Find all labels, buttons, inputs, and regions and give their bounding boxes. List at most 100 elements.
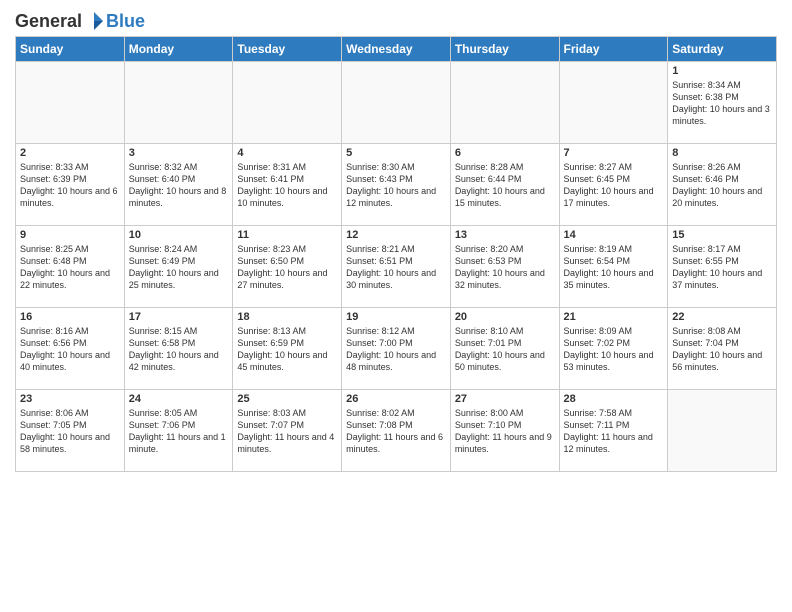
day-number: 3 [129, 147, 229, 159]
calendar-cell [16, 62, 125, 144]
calendar-cell: 25 Sunrise: 8:03 AM Sunset: 7:07 PM Dayli… [233, 390, 342, 472]
day-number: 18 [237, 311, 337, 323]
day-number: 7 [564, 147, 664, 159]
calendar-cell: 7Sunrise: 8:27 AM Sunset: 6:45 PM Daylig… [559, 144, 668, 226]
calendar-cell: 24 Sunrise: 8:05 AM Sunset: 7:06 PM Dayli… [124, 390, 233, 472]
calendar-cell: 16 Sunrise: 8:16 AM Sunset: 6:56 PM Dayli… [16, 308, 125, 390]
day-number: 28 [564, 393, 664, 405]
calendar-cell [668, 390, 777, 472]
calendar-week-2: 9 Sunrise: 8:25 AM Sunset: 6:48 PM Daylig… [16, 226, 777, 308]
day-number: 23 [20, 393, 120, 405]
calendar-cell [559, 62, 668, 144]
calendar-cell [450, 62, 559, 144]
day-info: Sunrise: 8:02 AM Sunset: 7:08 PM Dayligh… [346, 407, 446, 456]
calendar-cell: 28 Sunrise: 7:58 AM Sunset: 7:11 PM Dayli… [559, 390, 668, 472]
logo-blue: Blue [106, 11, 145, 32]
day-info: Sunrise: 8:34 AM Sunset: 6:38 PM Dayligh… [672, 79, 772, 128]
day-info: Sunrise: 8:16 AM Sunset: 6:56 PM Dayligh… [20, 325, 120, 374]
day-number: 20 [455, 311, 555, 323]
day-header-friday: Friday [559, 37, 668, 62]
logo-general: General [15, 11, 82, 32]
day-number: 14 [564, 229, 664, 241]
day-number: 9 [20, 229, 120, 241]
day-number: 15 [672, 229, 772, 241]
calendar-week-4: 23 Sunrise: 8:06 AM Sunset: 7:05 PM Dayli… [16, 390, 777, 472]
day-info: Sunrise: 8:12 AM Sunset: 7:00 PM Dayligh… [346, 325, 446, 374]
day-info: Sunrise: 8:25 AM Sunset: 6:48 PM Dayligh… [20, 243, 120, 292]
day-number: 17 [129, 311, 229, 323]
day-number: 10 [129, 229, 229, 241]
day-number: 24 [129, 393, 229, 405]
day-number: 11 [237, 229, 337, 241]
calendar-cell: 17 Sunrise: 8:15 AM Sunset: 6:58 PM Dayli… [124, 308, 233, 390]
calendar-cell: 21 Sunrise: 8:09 AM Sunset: 7:02 PM Dayli… [559, 308, 668, 390]
day-number: 1 [672, 65, 772, 77]
day-number: 16 [20, 311, 120, 323]
day-info: Sunrise: 8:26 AM Sunset: 6:46 PM Dayligh… [672, 161, 772, 210]
day-info: Sunrise: 8:32 AM Sunset: 6:40 PM Dayligh… [129, 161, 229, 210]
day-info: Sunrise: 8:08 AM Sunset: 7:04 PM Dayligh… [672, 325, 772, 374]
calendar-cell: 3 Sunrise: 8:32 AM Sunset: 6:40 PM Daylig… [124, 144, 233, 226]
day-number: 21 [564, 311, 664, 323]
calendar-cell: 23 Sunrise: 8:06 AM Sunset: 7:05 PM Dayli… [16, 390, 125, 472]
calendar-cell: 19 Sunrise: 8:12 AM Sunset: 7:00 PM Dayli… [342, 308, 451, 390]
calendar-cell: 13 Sunrise: 8:20 AM Sunset: 6:53 PM Dayli… [450, 226, 559, 308]
day-info: Sunrise: 8:03 AM Sunset: 7:07 PM Dayligh… [237, 407, 337, 456]
calendar-week-1: 2 Sunrise: 8:33 AM Sunset: 6:39 PM Daylig… [16, 144, 777, 226]
day-number: 19 [346, 311, 446, 323]
calendar-cell [233, 62, 342, 144]
day-info: Sunrise: 8:21 AM Sunset: 6:51 PM Dayligh… [346, 243, 446, 292]
calendar-cell: 20 Sunrise: 8:10 AM Sunset: 7:01 PM Dayli… [450, 308, 559, 390]
calendar: SundayMondayTuesdayWednesdayThursdayFrid… [15, 36, 777, 472]
calendar-week-3: 16 Sunrise: 8:16 AM Sunset: 6:56 PM Dayli… [16, 308, 777, 390]
day-header-thursday: Thursday [450, 37, 559, 62]
calendar-cell: 8 Sunrise: 8:26 AM Sunset: 6:46 PM Daylig… [668, 144, 777, 226]
day-number: 6 [455, 147, 555, 159]
day-info: Sunrise: 8:09 AM Sunset: 7:02 PM Dayligh… [564, 325, 664, 374]
calendar-cell [124, 62, 233, 144]
day-info: Sunrise: 8:24 AM Sunset: 6:49 PM Dayligh… [129, 243, 229, 292]
day-info: Sunrise: 8:13 AM Sunset: 6:59 PM Dayligh… [237, 325, 337, 374]
day-number: 13 [455, 229, 555, 241]
day-info: Sunrise: 8:33 AM Sunset: 6:39 PM Dayligh… [20, 161, 120, 210]
day-info: Sunrise: 8:17 AM Sunset: 6:55 PM Dayligh… [672, 243, 772, 292]
day-info: Sunrise: 8:28 AM Sunset: 6:44 PM Dayligh… [455, 161, 555, 210]
day-info: Sunrise: 8:06 AM Sunset: 7:05 PM Dayligh… [20, 407, 120, 456]
logo-flag-icon [83, 10, 105, 32]
day-info: Sunrise: 8:15 AM Sunset: 6:58 PM Dayligh… [129, 325, 229, 374]
day-header-monday: Monday [124, 37, 233, 62]
day-header-saturday: Saturday [668, 37, 777, 62]
calendar-cell: 18 Sunrise: 8:13 AM Sunset: 6:59 PM Dayli… [233, 308, 342, 390]
day-info: Sunrise: 8:10 AM Sunset: 7:01 PM Dayligh… [455, 325, 555, 374]
day-info: Sunrise: 8:00 AM Sunset: 7:10 PM Dayligh… [455, 407, 555, 456]
day-info: Sunrise: 8:31 AM Sunset: 6:41 PM Dayligh… [237, 161, 337, 210]
calendar-cell: 9 Sunrise: 8:25 AM Sunset: 6:48 PM Daylig… [16, 226, 125, 308]
day-info: Sunrise: 8:30 AM Sunset: 6:43 PM Dayligh… [346, 161, 446, 210]
calendar-cell: 27 Sunrise: 8:00 AM Sunset: 7:10 PM Dayli… [450, 390, 559, 472]
calendar-cell [342, 62, 451, 144]
calendar-cell: 5 Sunrise: 8:30 AM Sunset: 6:43 PM Daylig… [342, 144, 451, 226]
day-number: 2 [20, 147, 120, 159]
day-number: 25 [237, 393, 337, 405]
day-info: Sunrise: 8:19 AM Sunset: 6:54 PM Dayligh… [564, 243, 664, 292]
day-number: 22 [672, 311, 772, 323]
day-info: Sunrise: 8:20 AM Sunset: 6:53 PM Dayligh… [455, 243, 555, 292]
day-header-wednesday: Wednesday [342, 37, 451, 62]
day-number: 26 [346, 393, 446, 405]
day-info: Sunrise: 8:05 AM Sunset: 7:06 PM Dayligh… [129, 407, 229, 456]
day-number: 4 [237, 147, 337, 159]
day-info: Sunrise: 7:58 AM Sunset: 7:11 PM Dayligh… [564, 407, 664, 456]
day-number: 8 [672, 147, 772, 159]
logo: General Blue [15, 10, 145, 32]
day-number: 12 [346, 229, 446, 241]
calendar-cell: 14 Sunrise: 8:19 AM Sunset: 6:54 PM Dayli… [559, 226, 668, 308]
calendar-week-0: 1 Sunrise: 8:34 AM Sunset: 6:38 PM Daylig… [16, 62, 777, 144]
day-header-tuesday: Tuesday [233, 37, 342, 62]
day-number: 5 [346, 147, 446, 159]
day-number: 27 [455, 393, 555, 405]
calendar-cell: 12 Sunrise: 8:21 AM Sunset: 6:51 PM Dayli… [342, 226, 451, 308]
calendar-cell: 22 Sunrise: 8:08 AM Sunset: 7:04 PM Dayli… [668, 308, 777, 390]
calendar-cell: 15 Sunrise: 8:17 AM Sunset: 6:55 PM Dayli… [668, 226, 777, 308]
calendar-cell: 6 Sunrise: 8:28 AM Sunset: 6:44 PM Daylig… [450, 144, 559, 226]
calendar-cell: 11Sunrise: 8:23 AM Sunset: 6:50 PM Dayli… [233, 226, 342, 308]
